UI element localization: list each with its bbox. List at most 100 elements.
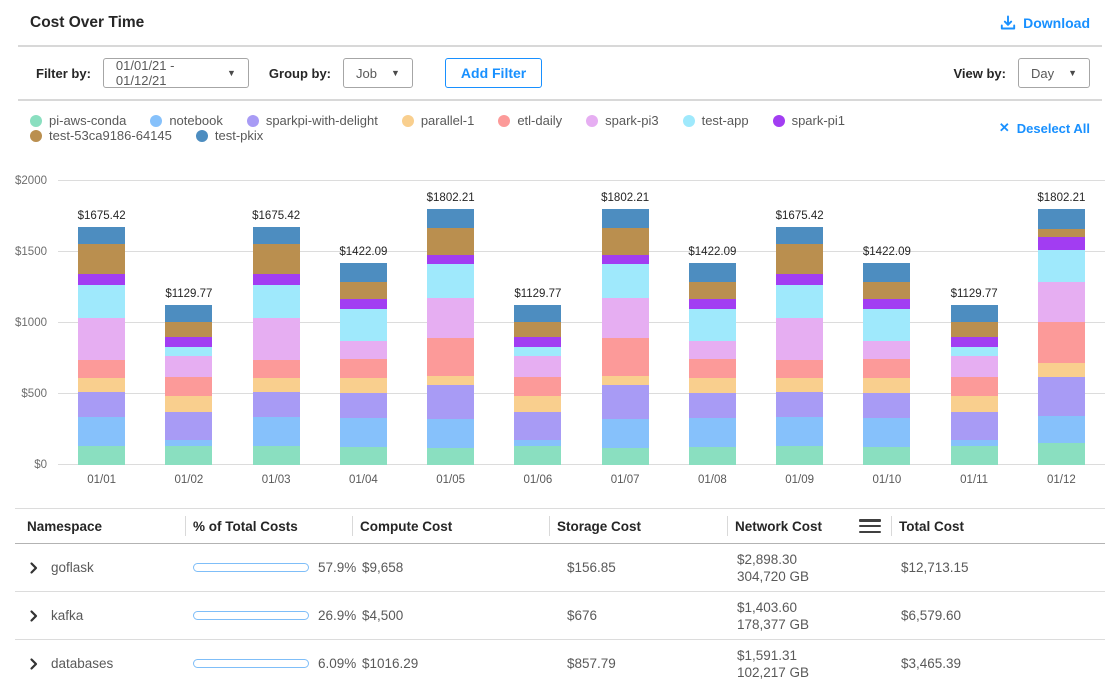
bar-segment-test-53ca9186-64145[interactable] <box>863 282 910 299</box>
column-menu-icon[interactable] <box>859 519 881 533</box>
bar-segment-test-pkix[interactable] <box>863 263 910 282</box>
stacked-bar-01/09[interactable] <box>776 227 823 465</box>
bar-segment-parallel-1[interactable] <box>78 378 125 392</box>
legend-item-pi-aws-conda[interactable]: pi-aws-conda <box>30 113 126 128</box>
bar-segment-etl-daily[interactable] <box>776 360 823 379</box>
view-by-select[interactable]: Day ▼ <box>1018 58 1090 88</box>
bar-segment-test-app[interactable] <box>689 309 736 340</box>
bar-segment-spark-pi1[interactable] <box>78 274 125 284</box>
bar-segment-spark-pi1[interactable] <box>863 299 910 309</box>
bar-segment-notebook[interactable] <box>427 419 474 447</box>
bar-segment-test-app[interactable] <box>340 309 387 340</box>
bar-segment-notebook[interactable] <box>689 418 736 447</box>
bar-segment-notebook[interactable] <box>776 417 823 446</box>
stacked-bar-01/02[interactable] <box>165 305 212 465</box>
bar-segment-spark-pi3[interactable] <box>1038 282 1085 322</box>
bar-segment-test-53ca9186-64145[interactable] <box>427 228 474 256</box>
bar-segment-test-53ca9186-64145[interactable] <box>689 282 736 299</box>
bar-segment-test-53ca9186-64145[interactable] <box>340 282 387 299</box>
stacked-bar-01/06[interactable] <box>514 305 561 465</box>
bar-segment-sparkpi-with-delight[interactable] <box>253 392 300 417</box>
bar-segment-parallel-1[interactable] <box>951 396 998 412</box>
bar-segment-parallel-1[interactable] <box>253 378 300 392</box>
bar-segment-sparkpi-with-delight[interactable] <box>602 385 649 419</box>
bar-segment-sparkpi-with-delight[interactable] <box>78 392 125 417</box>
group-by-select[interactable]: Job ▼ <box>343 58 413 88</box>
bar-segment-spark-pi3[interactable] <box>253 318 300 359</box>
bar-segment-test-pkix[interactable] <box>689 263 736 282</box>
bar-segment-spark-pi1[interactable] <box>602 255 649 264</box>
bar-segment-pi-aws-conda[interactable] <box>427 448 474 465</box>
bar-segment-test-53ca9186-64145[interactable] <box>776 244 823 274</box>
bar-segment-test-53ca9186-64145[interactable] <box>951 322 998 337</box>
bar-segment-parallel-1[interactable] <box>1038 363 1085 378</box>
bar-segment-sparkpi-with-delight[interactable] <box>689 393 736 419</box>
bar-segment-test-app[interactable] <box>253 285 300 319</box>
stacked-bar-01/12[interactable] <box>1038 209 1085 465</box>
stacked-bar-01/05[interactable] <box>427 209 474 465</box>
bar-segment-parallel-1[interactable] <box>602 376 649 385</box>
bar-segment-notebook[interactable] <box>1038 416 1085 444</box>
bar-segment-pi-aws-conda[interactable] <box>78 446 125 465</box>
stacked-bar-01/08[interactable] <box>689 263 736 465</box>
bar-segment-spark-pi1[interactable] <box>689 299 736 309</box>
bar-segment-test-app[interactable] <box>863 309 910 340</box>
bar-segment-pi-aws-conda[interactable] <box>689 447 736 465</box>
bar-segment-etl-daily[interactable] <box>602 338 649 376</box>
bar-segment-etl-daily[interactable] <box>165 377 212 396</box>
bar-segment-test-app[interactable] <box>1038 250 1085 282</box>
bar-segment-pi-aws-conda[interactable] <box>514 446 561 465</box>
bar-segment-sparkpi-with-delight[interactable] <box>340 393 387 419</box>
bar-segment-pi-aws-conda[interactable] <box>340 447 387 465</box>
bar-segment-spark-pi1[interactable] <box>951 337 998 348</box>
bar-segment-spark-pi1[interactable] <box>776 274 823 284</box>
bar-segment-spark-pi3[interactable] <box>514 356 561 377</box>
bar-segment-notebook[interactable] <box>863 418 910 447</box>
bar-segment-parallel-1[interactable] <box>689 378 736 393</box>
bar-segment-test-53ca9186-64145[interactable] <box>602 228 649 256</box>
bar-segment-pi-aws-conda[interactable] <box>863 447 910 465</box>
bar-segment-notebook[interactable] <box>78 417 125 446</box>
bar-segment-test-pkix[interactable] <box>514 305 561 322</box>
bar-segment-spark-pi3[interactable] <box>689 341 736 360</box>
bar-segment-spark-pi3[interactable] <box>951 356 998 377</box>
bar-segment-test-pkix[interactable] <box>340 263 387 282</box>
bar-segment-sparkpi-with-delight[interactable] <box>951 412 998 440</box>
bar-segment-etl-daily[interactable] <box>863 359 910 377</box>
bar-segment-spark-pi3[interactable] <box>165 356 212 377</box>
bar-segment-sparkpi-with-delight[interactable] <box>427 385 474 419</box>
bar-segment-test-app[interactable] <box>78 285 125 319</box>
bar-segment-test-pkix[interactable] <box>1038 209 1085 229</box>
bar-segment-test-53ca9186-64145[interactable] <box>1038 229 1085 237</box>
stacked-bar-01/04[interactable] <box>340 263 387 465</box>
bar-segment-parallel-1[interactable] <box>514 396 561 412</box>
bar-segment-pi-aws-conda[interactable] <box>1038 443 1085 465</box>
bar-segment-notebook[interactable] <box>253 417 300 446</box>
bar-segment-spark-pi3[interactable] <box>776 318 823 359</box>
bar-segment-test-53ca9186-64145[interactable] <box>514 322 561 337</box>
bar-segment-test-pkix[interactable] <box>951 305 998 322</box>
bar-segment-test-pkix[interactable] <box>253 227 300 244</box>
expand-chevron-icon[interactable] <box>27 561 41 575</box>
bar-segment-spark-pi1[interactable] <box>340 299 387 309</box>
stacked-bar-01/07[interactable] <box>602 209 649 465</box>
expand-chevron-icon[interactable] <box>27 609 41 623</box>
legend-item-spark-pi1[interactable]: spark-pi1 <box>773 113 845 128</box>
bar-segment-sparkpi-with-delight[interactable] <box>165 412 212 440</box>
bar-segment-sparkpi-with-delight[interactable] <box>776 392 823 417</box>
bar-segment-etl-daily[interactable] <box>253 360 300 379</box>
bar-segment-test-pkix[interactable] <box>776 227 823 244</box>
bar-segment-spark-pi3[interactable] <box>602 298 649 338</box>
bar-segment-spark-pi3[interactable] <box>427 298 474 338</box>
bar-segment-spark-pi1[interactable] <box>1038 237 1085 250</box>
expand-chevron-icon[interactable] <box>27 657 41 671</box>
bar-segment-spark-pi1[interactable] <box>427 255 474 264</box>
deselect-all-button[interactable]: ✕ Deselect All <box>999 120 1090 136</box>
legend-item-test-app[interactable]: test-app <box>683 113 749 128</box>
bar-segment-etl-daily[interactable] <box>689 359 736 377</box>
bar-segment-parallel-1[interactable] <box>165 396 212 412</box>
bar-segment-spark-pi3[interactable] <box>863 341 910 360</box>
bar-segment-test-pkix[interactable] <box>78 227 125 244</box>
bar-segment-sparkpi-with-delight[interactable] <box>863 393 910 419</box>
bar-segment-pi-aws-conda[interactable] <box>602 448 649 465</box>
